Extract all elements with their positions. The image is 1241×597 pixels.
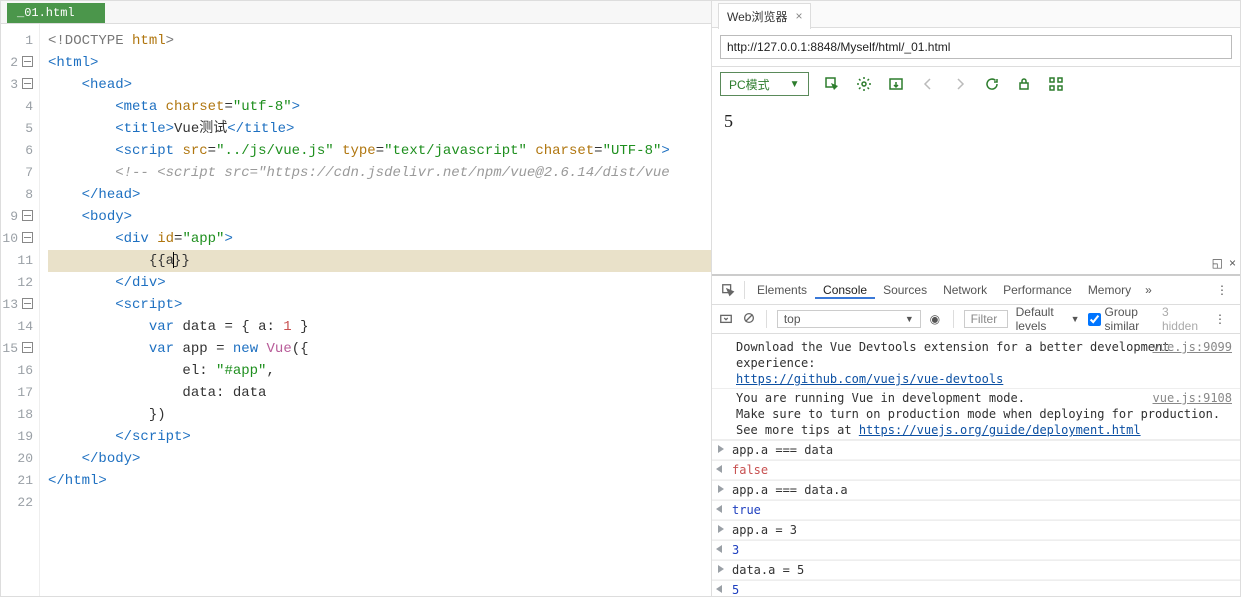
- console-output-line: 3: [712, 540, 1240, 560]
- editor-pane: _01.html 1234567891011121314151617181920…: [1, 1, 712, 596]
- page-output: 5: [712, 101, 1240, 274]
- console-message: You are running Vue in development mode.…: [712, 389, 1240, 440]
- devtools-close-icon[interactable]: ×: [1229, 256, 1236, 270]
- popout-icon[interactable]: ◱: [1212, 256, 1223, 270]
- console-body[interactable]: Download the Vue Devtools extension for …: [712, 334, 1240, 596]
- console-output-line: 5: [712, 580, 1240, 596]
- code-line[interactable]: </head>: [48, 184, 711, 206]
- code-line[interactable]: <html>: [48, 52, 711, 74]
- console-input-line: data.a = 5: [712, 560, 1240, 580]
- editor-tabbar: _01.html: [1, 1, 711, 24]
- code-line[interactable]: <title>Vue测试</title>: [48, 118, 711, 140]
- clear-console-icon[interactable]: [741, 311, 756, 328]
- console-output-line: true: [712, 500, 1240, 520]
- url-input[interactable]: http://127.0.0.1:8848/Myself/html/_01.ht…: [720, 35, 1232, 59]
- browser-tab-label: Web浏览器: [727, 8, 787, 25]
- mode-select[interactable]: PC模式▼: [720, 72, 809, 96]
- code-line[interactable]: </html>: [48, 470, 711, 492]
- qr-icon[interactable]: [1047, 75, 1065, 93]
- browser-pane: Web浏览器 × http://127.0.0.1:8848/Myself/ht…: [712, 1, 1240, 596]
- screenshot-icon[interactable]: [887, 75, 905, 93]
- code-line[interactable]: <script>: [48, 294, 711, 316]
- filter-input[interactable]: Filter: [964, 310, 1008, 328]
- forward-icon[interactable]: [951, 75, 969, 93]
- line-gutter: 12345678910111213141516171819202122: [1, 24, 40, 596]
- gear-icon[interactable]: [855, 75, 873, 93]
- fold-icon[interactable]: [22, 78, 33, 89]
- code-line[interactable]: <!DOCTYPE html>: [48, 30, 711, 52]
- devtools-tab-sources[interactable]: Sources: [875, 283, 935, 297]
- console-settings-icon[interactable]: ⋮: [1206, 312, 1234, 326]
- code-line[interactable]: </div>: [48, 272, 711, 294]
- deployment-link[interactable]: https://vuejs.org/guide/deployment.html: [859, 423, 1141, 437]
- close-icon[interactable]: ×: [795, 9, 802, 23]
- browser-tab[interactable]: Web浏览器 ×: [718, 3, 811, 29]
- code-line[interactable]: <body>: [48, 206, 711, 228]
- devtools-tab-console[interactable]: Console: [815, 283, 875, 299]
- code-line[interactable]: [48, 492, 711, 514]
- console-input-line: app.a = 3: [712, 520, 1240, 540]
- code-line[interactable]: </body>: [48, 448, 711, 470]
- source-link[interactable]: vue.js:9099: [1153, 339, 1232, 355]
- chevron-down-icon: ▼: [790, 79, 800, 90]
- levels-select[interactable]: Default levels ▼: [1016, 305, 1080, 333]
- code-line[interactable]: <div id="app">: [48, 228, 711, 250]
- editor-tab[interactable]: _01.html: [7, 3, 105, 23]
- console-message: Download the Vue Devtools extension for …: [712, 338, 1240, 389]
- devtools-panel: ◱ × ElementsConsoleSourcesNetworkPerform…: [712, 274, 1240, 596]
- fold-icon[interactable]: [22, 298, 33, 309]
- code-line[interactable]: var app = new Vue({: [48, 338, 711, 360]
- inspect-icon[interactable]: [716, 283, 740, 297]
- context-select[interactable]: top▼: [777, 310, 921, 328]
- code-line[interactable]: el: "#app",: [48, 360, 711, 382]
- code-area[interactable]: <!DOCTYPE html><html> <head> <meta chars…: [40, 24, 711, 596]
- fold-icon[interactable]: [22, 342, 33, 353]
- devtools-tab-memory[interactable]: Memory: [1080, 283, 1139, 297]
- back-icon[interactable]: [919, 75, 937, 93]
- devtools-tabs: ElementsConsoleSourcesNetworkPerformance…: [712, 276, 1240, 305]
- fold-icon[interactable]: [22, 210, 33, 221]
- group-similar-checkbox[interactable]: Group similar: [1088, 305, 1154, 333]
- code-line[interactable]: <meta charset="utf-8">: [48, 96, 711, 118]
- code-line[interactable]: <head>: [48, 74, 711, 96]
- console-input-line: app.a === data.a: [712, 480, 1240, 500]
- console-sidebar-icon[interactable]: [718, 311, 733, 328]
- devtools-tab-elements[interactable]: Elements: [749, 283, 815, 297]
- browser-tabbar: Web浏览器 ×: [712, 1, 1240, 28]
- code-line[interactable]: data: data: [48, 382, 711, 404]
- devtools-tab-performance[interactable]: Performance: [995, 283, 1080, 297]
- code-line[interactable]: {{a}}: [48, 250, 711, 272]
- browser-toolbar: PC模式▼: [712, 67, 1240, 101]
- kebab-menu-icon[interactable]: ⋮: [1208, 283, 1236, 297]
- more-tabs-icon[interactable]: »: [1145, 283, 1152, 297]
- fold-icon[interactable]: [22, 56, 33, 67]
- fold-icon[interactable]: [22, 232, 33, 243]
- lock-icon[interactable]: [1015, 75, 1033, 93]
- code-line[interactable]: var data = { a: 1 }: [48, 316, 711, 338]
- code-line[interactable]: <script src="../js/vue.js" type="text/ja…: [48, 140, 711, 162]
- code-line[interactable]: <!-- <script src="https://cdn.jsdelivr.n…: [48, 162, 711, 184]
- url-bar: http://127.0.0.1:8848/Myself/html/_01.ht…: [712, 28, 1240, 67]
- console-output-line: false: [712, 460, 1240, 480]
- refresh-icon[interactable]: [983, 75, 1001, 93]
- code-editor[interactable]: 12345678910111213141516171819202122 <!DO…: [1, 24, 711, 596]
- devtools-link[interactable]: https://github.com/vuejs/vue-devtools: [736, 372, 1003, 386]
- hidden-count: 3 hidden: [1162, 305, 1198, 333]
- code-line[interactable]: </script>: [48, 426, 711, 448]
- console-toolbar: top▼ ◉ Filter Default levels ▼ Group sim…: [712, 305, 1240, 334]
- source-link[interactable]: vue.js:9108: [1153, 390, 1232, 406]
- devtools-tab-network[interactable]: Network: [935, 283, 995, 297]
- code-line[interactable]: }): [48, 404, 711, 426]
- live-expression-icon[interactable]: ◉: [927, 312, 943, 326]
- select-element-icon[interactable]: [823, 75, 841, 93]
- console-input-line: app.a === data: [712, 440, 1240, 460]
